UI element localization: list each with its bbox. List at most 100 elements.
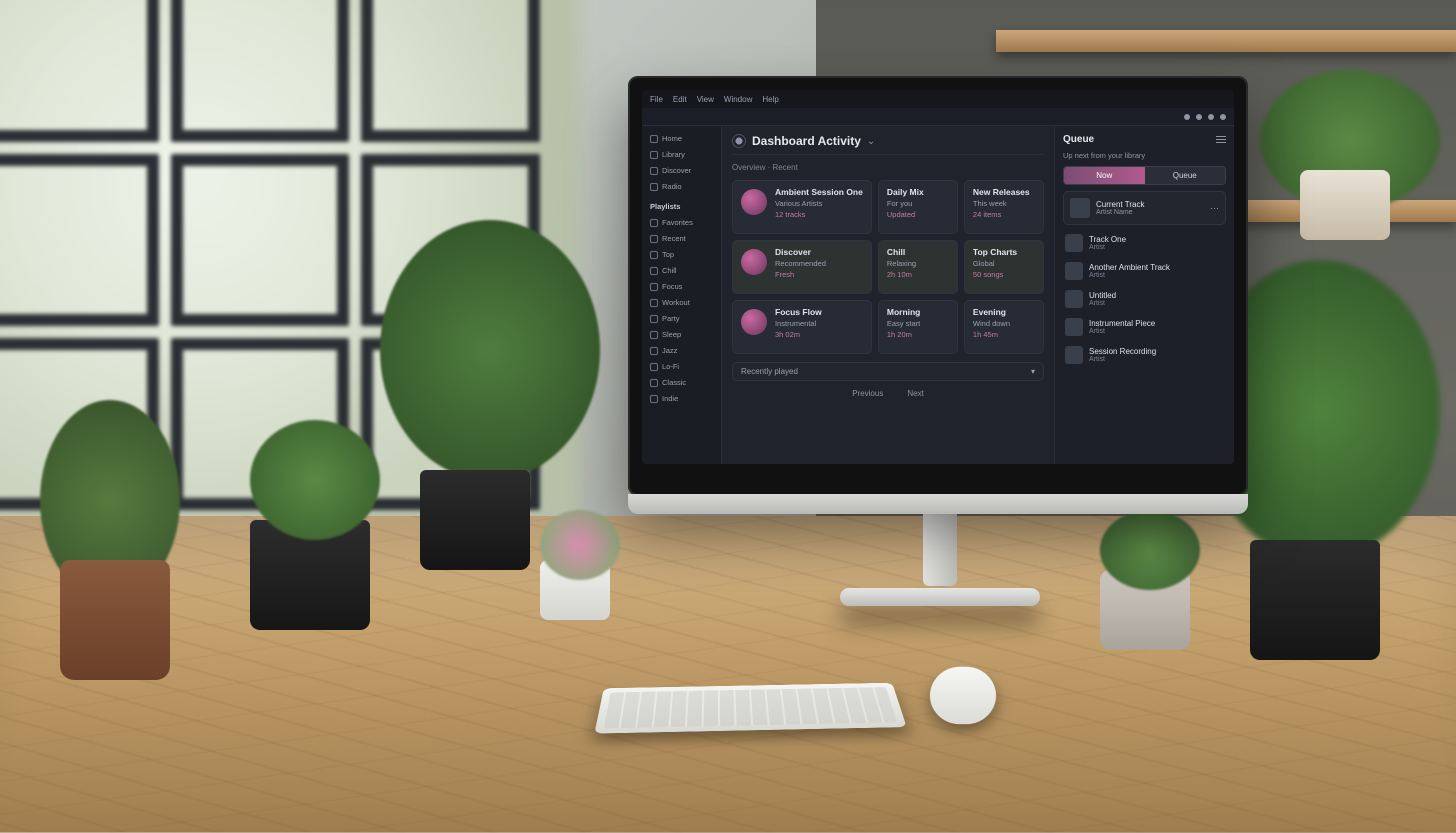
sidebar-item[interactable]: Lo-Fi [646, 360, 717, 373]
sidebar-item[interactable]: Sleep [646, 328, 717, 341]
toolbar-icon[interactable] [1196, 114, 1202, 120]
card-subtitle: Wind down [973, 319, 1010, 328]
track-artist: Artist [1089, 356, 1156, 363]
card[interactable]: Chill Relaxing 2h 10m [878, 240, 958, 294]
plant-pot [1250, 540, 1380, 660]
menu-item[interactable]: Edit [673, 95, 687, 104]
menu-item[interactable]: Window [724, 95, 752, 104]
track-artist: Artist [1089, 244, 1126, 251]
card-grid: Ambient Session One Various Artists 12 t… [732, 180, 1044, 354]
album-art-icon [1065, 262, 1083, 280]
tab-queue[interactable]: Queue [1145, 167, 1226, 184]
more-icon[interactable]: ⋯ [1210, 203, 1219, 214]
square-icon [650, 135, 658, 143]
sidebar-item[interactable]: Jazz [646, 344, 717, 357]
panel-tabs: Now Queue [1063, 166, 1226, 185]
card-meta: 3h 02m [775, 330, 822, 339]
square-icon [650, 395, 658, 403]
sidebar-item[interactable]: Discover [646, 164, 717, 177]
card[interactable]: Focus Flow Instrumental 3h 02m [732, 300, 872, 354]
sidebar-item[interactable]: Recent [646, 232, 717, 245]
card-subtitle: Global [973, 259, 1017, 268]
list-item[interactable]: Another Ambient TrackArtist [1063, 259, 1226, 283]
chevron-down-icon[interactable]: ⌄ [867, 136, 875, 147]
sidebar-item[interactable]: Chill [646, 264, 717, 277]
album-art-icon [1065, 346, 1083, 364]
right-panel: Queue Up next from your library Now Queu… [1054, 126, 1234, 464]
card[interactable]: Ambient Session One Various Artists 12 t… [732, 180, 872, 234]
menu-item[interactable]: File [650, 95, 663, 104]
monitor: File Edit View Window Help Home Library [628, 76, 1248, 496]
album-art-icon [1065, 234, 1083, 252]
mouse [928, 667, 998, 725]
list-item[interactable]: Track OneArtist [1063, 231, 1226, 255]
pager-prev[interactable]: Previous [852, 389, 883, 398]
menu-icon[interactable] [1216, 136, 1226, 144]
plant-foliage [1100, 510, 1200, 590]
sidebar-item[interactable]: Party [646, 312, 717, 325]
pager-next[interactable]: Next [907, 389, 923, 398]
menu-item[interactable]: Help [762, 95, 778, 104]
card-title: Evening [973, 307, 1010, 317]
square-icon [650, 251, 658, 259]
tab-now[interactable]: Now [1064, 167, 1145, 184]
sidebar-item[interactable]: Library [646, 148, 717, 161]
sidebar-group-label: Playlists [646, 200, 717, 213]
now-playing[interactable]: Current Track Artist Name ⋯ [1063, 191, 1226, 225]
card-meta: Fresh [775, 270, 826, 279]
footer-bar: Recently played ▾ [732, 362, 1044, 381]
track-title: Session Recording [1089, 347, 1156, 356]
card[interactable]: Evening Wind down 1h 45m [964, 300, 1044, 354]
sidebar: Home Library Discover Radio Playlists Fa… [642, 126, 722, 464]
toolbar-icon[interactable] [1184, 114, 1190, 120]
menu-item[interactable]: View [697, 95, 714, 104]
card[interactable]: New Releases This week 24 items [964, 180, 1044, 234]
sidebar-item[interactable]: Top [646, 248, 717, 261]
avatar-icon [741, 189, 767, 215]
square-icon [650, 235, 658, 243]
square-icon [650, 331, 658, 339]
sidebar-item[interactable]: Home [646, 132, 717, 145]
card-title: Chill [887, 247, 916, 257]
sidebar-item[interactable]: Workout [646, 296, 717, 309]
card[interactable]: Daily Mix For you Updated [878, 180, 958, 234]
menubar: File Edit View Window Help [642, 90, 1234, 108]
sidebar-item[interactable]: Indie [646, 392, 717, 405]
now-artist: Artist Name [1096, 209, 1144, 216]
app-screen: File Edit View Window Help Home Library [642, 90, 1234, 464]
sidebar-item[interactable]: Radio [646, 180, 717, 193]
card[interactable]: Morning Easy start 1h 20m [878, 300, 958, 354]
plant-foliage [380, 220, 600, 480]
card-subtitle: Various Artists [775, 199, 863, 208]
square-icon [650, 219, 658, 227]
dropdown-icon[interactable]: ▾ [1031, 367, 1035, 376]
sidebar-item[interactable]: Focus [646, 280, 717, 293]
list-item[interactable]: Instrumental PieceArtist [1063, 315, 1226, 339]
list-item[interactable]: Session RecordingArtist [1063, 343, 1226, 367]
card-title: Ambient Session One [775, 187, 863, 197]
card-meta: 1h 20m [887, 330, 921, 339]
plant-pot [60, 560, 170, 680]
track-artist: Artist [1089, 300, 1116, 307]
shelf-upper [996, 30, 1456, 52]
list-item[interactable]: UntitledArtist [1063, 287, 1226, 311]
square-icon [650, 183, 658, 191]
card[interactable]: Top Charts Global 50 songs [964, 240, 1044, 294]
toolbar-icon[interactable] [1220, 114, 1226, 120]
desk [0, 516, 1456, 833]
page-title: Dashboard Activity [752, 134, 861, 148]
card-meta: 2h 10m [887, 270, 916, 279]
card-subtitle: Relaxing [887, 259, 916, 268]
square-icon [650, 151, 658, 159]
plant-foliage [540, 510, 620, 580]
card-meta: 24 items [973, 210, 1030, 219]
plant-foliage [250, 420, 380, 540]
card[interactable]: Discover Recommended Fresh [732, 240, 872, 294]
toolbar-icon[interactable] [1208, 114, 1214, 120]
sidebar-item[interactable]: Classic [646, 376, 717, 389]
keyboard [594, 683, 906, 734]
sidebar-item[interactable]: Favorites [646, 216, 717, 229]
album-art-icon [1065, 290, 1083, 308]
avatar-icon [741, 309, 767, 335]
card-meta: Updated [887, 210, 924, 219]
